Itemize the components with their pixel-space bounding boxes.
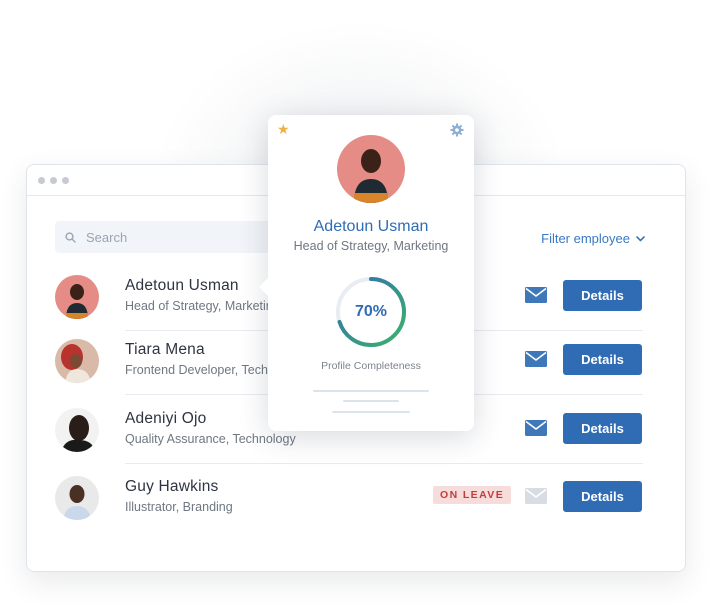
popup-name: Adetoun Usman [313,218,429,235]
details-button[interactable]: Details [563,481,642,512]
employee-role: Illustrator, Branding [125,500,233,514]
filter-employee-dropdown[interactable]: Filter employee [541,231,645,246]
placeholder-line [332,411,410,413]
mail-icon[interactable] [525,287,547,303]
details-button[interactable]: Details [563,413,642,444]
chevron-down-icon [636,235,645,241]
employee-name: Adetoun Usman [125,277,239,294]
avatar [55,275,99,319]
gear-icon[interactable] [450,123,464,137]
mail-icon[interactable] [525,351,547,367]
avatar [55,476,99,520]
avatar [55,339,99,383]
details-button[interactable]: Details [563,280,642,311]
search-field[interactable] [55,221,287,253]
mail-icon[interactable] [525,488,547,504]
avatar [55,408,99,452]
employee-name: Adeniyi Ojo [125,410,207,427]
search-input[interactable] [84,228,268,246]
window-dot-icon [38,177,45,184]
completeness-label: Profile Completeness [321,360,421,372]
completeness-percent: 70% [354,303,388,320]
employee-name: Tiara Mena [125,341,205,358]
avatar [337,135,405,203]
search-icon [65,231,76,243]
status-badge: ON LEAVE [433,486,512,504]
mail-icon[interactable] [525,420,547,436]
details-button[interactable]: Details [563,344,642,375]
popup-pointer [259,277,269,297]
profile-popup: ★ Adetoun Usman Head of Strategy, Market… [259,115,474,431]
star-icon[interactable]: ★ [277,121,290,138]
employee-row[interactable]: Guy Hawkins Illustrator, Branding ON LEA… [55,464,643,532]
employee-role: Head of Strategy, Marketing [125,299,280,313]
placeholder-line [313,390,429,392]
window-dot-icon [50,177,57,184]
employee-name: Guy Hawkins [125,478,219,495]
filter-label: Filter employee [541,231,630,246]
window-dot-icon [62,177,69,184]
popup-role: Head of Strategy, Marketing [293,239,449,253]
placeholder-line [343,400,399,402]
employee-role: Quality Assurance, Technology [125,432,296,446]
